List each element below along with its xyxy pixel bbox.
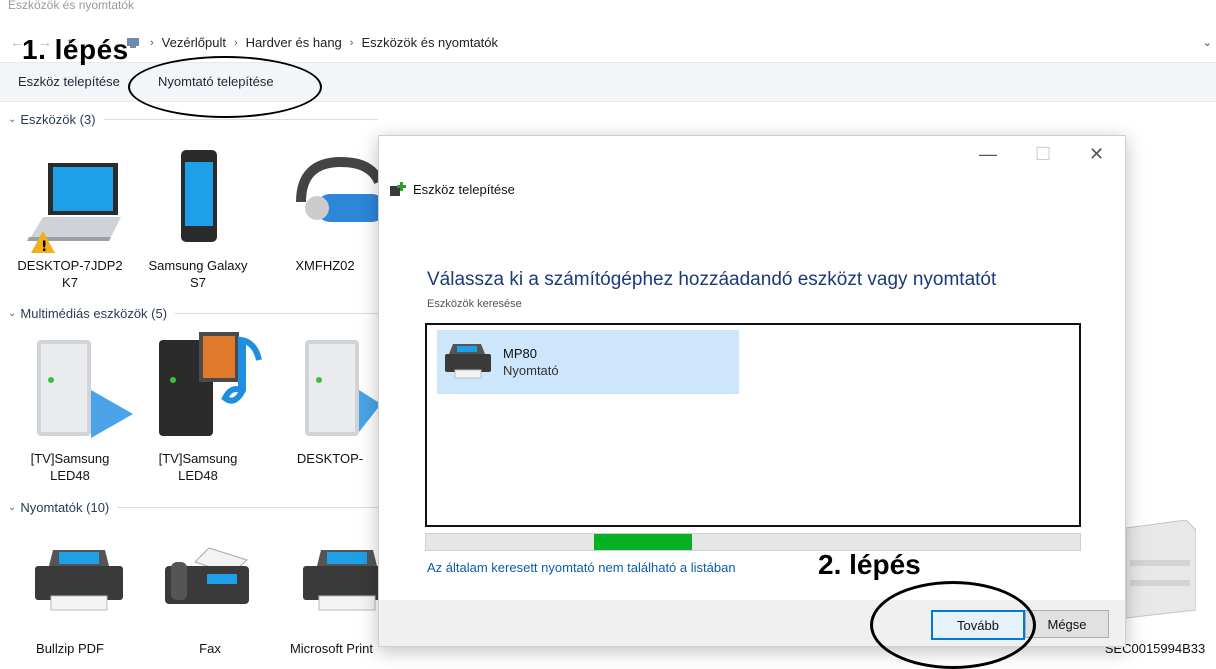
device-item[interactable]: XMFHZ02 (285, 148, 378, 298)
chevron-icon: ⌄ (8, 114, 17, 125)
printer-icon (303, 550, 378, 611)
device-label: Microsoft Print (289, 641, 374, 656)
add-device-button[interactable]: Eszköz telepítése (18, 74, 120, 89)
progress-fill (594, 534, 692, 550)
close-icon[interactable]: ✕ (1089, 144, 1104, 165)
chevron-down-icon[interactable]: ⌄ (1203, 36, 1212, 49)
device-type: Nyomtató (503, 363, 559, 378)
device-item[interactable]: [TV]Samsung LED48 (143, 326, 262, 483)
add-device-dialog: — ☐ ✕ Eszköz telepítése Válassza ki a sz… (378, 135, 1126, 647)
device-label: [TV]Samsung LED48 (158, 451, 238, 483)
phone-icon (181, 150, 217, 242)
step2-annotation: 2. lépés (818, 549, 921, 580)
device-item[interactable]: Fax (155, 540, 265, 664)
fax-icon (165, 547, 249, 604)
laptop-warning-icon: ! (27, 163, 121, 255)
breadcrumb: › Vezérlőpult › Hardver és hang › Eszköz… (150, 35, 499, 50)
add-device-icon (390, 182, 406, 196)
device-item[interactable]: [TV]Samsung LED48 (15, 326, 133, 483)
media-player-icon (159, 332, 262, 436)
list-item[interactable]: MP80 Nyomtató (437, 330, 739, 394)
media-server-icon (305, 340, 378, 436)
group-label: Multimédiás eszközök (5) (20, 306, 168, 321)
printer-not-listed-link[interactable]: Az általam keresett nyomtató nem találha… (427, 560, 736, 575)
device-item[interactable]: DESKTOP-1BS C9 (285, 326, 378, 466)
group-label: Eszközök (3) (20, 112, 96, 127)
device-label: Fax (199, 641, 221, 656)
breadcrumb-item[interactable]: Vezérlőpult (162, 35, 226, 50)
device-label: DESKTOP-7JDP2 K7 (17, 258, 123, 290)
device-item[interactable]: ! DESKTOP-7JDP2 K7 (15, 148, 125, 298)
chevron-icon: ⌄ (8, 502, 17, 513)
svg-text:!: ! (41, 239, 47, 255)
device-label: [TV]Samsung LED48 (30, 451, 110, 483)
group-header-printers[interactable]: ⌄ Nyomtatók (10) (8, 500, 378, 515)
search-progress-bar (425, 533, 1081, 551)
group-header-devices[interactable]: ⌄ Eszközök (3) (8, 112, 378, 127)
device-list[interactable]: MP80 Nyomtató (425, 323, 1081, 527)
device-item[interactable]: Bullzip PDF (15, 540, 125, 664)
device-name: MP80 (503, 346, 537, 361)
chevron-icon: ⌄ (8, 308, 17, 319)
minimize-icon[interactable]: — (979, 144, 997, 165)
breadcrumb-item[interactable]: Eszközök és nyomtatók (361, 35, 498, 50)
step2-highlight-ellipse (870, 581, 1036, 669)
search-status: Eszközök keresése (427, 298, 522, 310)
device-label: Samsung Galaxy S7 (148, 258, 248, 290)
device-item[interactable]: Samsung Galaxy S7 (143, 148, 253, 298)
device-label: Bullzip PDF (36, 641, 104, 656)
dialog-heading: Válassza ki a számítógéphez hozzáadandó … (427, 269, 997, 290)
device-label: DESKTOP-1BS C9 (296, 451, 364, 466)
laser-printer-icon (1125, 520, 1196, 619)
group-header-multimedia[interactable]: ⌄ Multimédiás eszközök (5) (8, 306, 378, 321)
device-item[interactable]: Microsoft Print (285, 540, 378, 664)
address-bar: ← → ↑ › Vezérlőpult › Hardver és hang › … (0, 30, 1216, 58)
breadcrumb-item[interactable]: Hardver és hang (246, 35, 342, 50)
printer-icon (445, 344, 491, 379)
printer-icon (35, 550, 123, 611)
headset-icon (296, 156, 378, 222)
dialog-title: Eszköz telepítése (389, 181, 515, 197)
media-server-icon (37, 340, 133, 438)
step1-highlight-ellipse (128, 56, 322, 118)
window-title: Eszközök és nyomtatók (8, 0, 135, 12)
maximize-icon: ☐ (1035, 144, 1052, 164)
device-label: XMFHZ02 (295, 258, 355, 273)
group-label: Nyomtatók (10) (20, 500, 110, 515)
dialog-title-text: Eszköz telepítése (413, 181, 515, 197)
cancel-button[interactable]: Mégse (1025, 610, 1109, 638)
step1-annotation: 1. lépés (22, 34, 129, 65)
